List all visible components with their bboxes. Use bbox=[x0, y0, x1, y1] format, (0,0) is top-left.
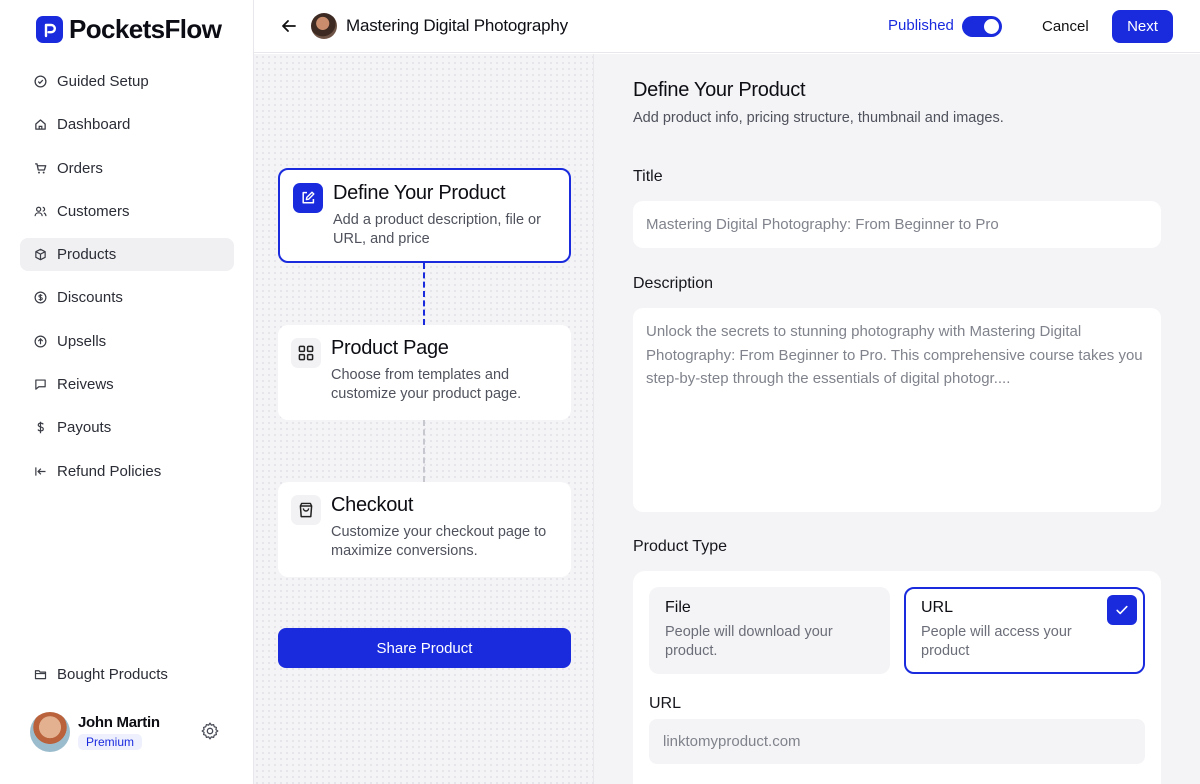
step-checkout[interactable]: Checkout Customize your checkout page to… bbox=[278, 482, 571, 577]
sidebar-item-dashboard[interactable]: Dashboard bbox=[20, 108, 234, 141]
form-title: Define Your Product bbox=[633, 79, 806, 101]
product-type-label: Product Type bbox=[633, 538, 727, 555]
top-bar: Mastering Digital Photography Published … bbox=[254, 0, 1200, 53]
brand-name: PocketsFlow bbox=[69, 14, 222, 44]
sidebar-item-label: Dashboard bbox=[57, 116, 131, 134]
sidebar-item-products[interactable]: Products bbox=[20, 238, 234, 272]
sidebar-item-upsells[interactable]: Upsells bbox=[20, 325, 234, 358]
box-icon bbox=[33, 248, 47, 262]
published-label: Published bbox=[888, 17, 954, 34]
shopping-bag-icon bbox=[291, 495, 321, 525]
step-product-page[interactable]: Product Page Choose from templates and c… bbox=[278, 325, 571, 420]
step-title: Checkout bbox=[331, 494, 414, 516]
sidebar-item-label: Upsells bbox=[57, 332, 107, 350]
sidebar-item-orders[interactable]: Orders bbox=[20, 152, 234, 185]
option-description: People will download your product. bbox=[665, 624, 833, 659]
product-title: Mastering Digital Photography bbox=[346, 16, 568, 35]
url-label: URL bbox=[649, 695, 682, 712]
sidebar-nav: Guided Setup Dashboard Orders Customers … bbox=[20, 65, 234, 498]
arrow-up-circle-icon bbox=[33, 334, 47, 348]
avatar bbox=[30, 712, 70, 752]
folder-icon bbox=[33, 668, 47, 682]
product-thumbnail bbox=[311, 13, 337, 39]
step-connector bbox=[423, 263, 425, 325]
step-description: Customize your checkout page to maximize… bbox=[331, 524, 547, 559]
step-description: Add a product description, file or URL, … bbox=[333, 212, 541, 247]
product-type-url-option[interactable]: URL People will access your product bbox=[904, 587, 1145, 674]
sidebar-item-label: Products bbox=[57, 246, 117, 264]
steps-panel: Define Your Product Add a product descri… bbox=[254, 54, 594, 784]
toggle-knob bbox=[984, 19, 999, 34]
url-input[interactable]: linktomyproduct.com bbox=[649, 719, 1145, 764]
option-description: People will access your product bbox=[921, 624, 1072, 659]
home-icon bbox=[33, 118, 47, 132]
back-arrow-icon[interactable] bbox=[278, 15, 300, 37]
sidebar-item-label: Guided Setup bbox=[57, 73, 149, 90]
share-product-button[interactable]: Share Product bbox=[278, 628, 571, 668]
sidebar-item-label: Payouts bbox=[57, 419, 112, 437]
cart-icon bbox=[33, 161, 47, 175]
pocketsflow-logo-icon bbox=[36, 16, 63, 43]
gear-icon[interactable] bbox=[200, 721, 222, 743]
sidebar-bottom: Bought Products bbox=[20, 658, 234, 701]
sidebar-item-payouts[interactable]: Payouts bbox=[20, 411, 234, 444]
product-type-card: File People will download your product. … bbox=[633, 571, 1161, 784]
user-meta: John Martin Premium bbox=[78, 714, 160, 751]
discount-icon bbox=[33, 291, 47, 305]
step-connector bbox=[423, 420, 425, 482]
title-label: Title bbox=[633, 168, 663, 185]
cancel-button[interactable]: Cancel bbox=[1032, 10, 1099, 42]
product-type-file-option[interactable]: File People will download your product. bbox=[649, 587, 890, 674]
sidebar-item-discounts[interactable]: Discounts bbox=[20, 281, 234, 314]
step-description: Choose from templates and customize your… bbox=[331, 367, 522, 402]
sidebar: PocketsFlow Guided Setup Dashboard Order… bbox=[0, 0, 254, 784]
sidebar-item-customers[interactable]: Customers bbox=[20, 195, 234, 228]
check-circle-icon bbox=[33, 75, 47, 89]
user-name: John Martin bbox=[78, 713, 160, 731]
return-icon bbox=[33, 464, 47, 478]
description-label: Description bbox=[633, 275, 714, 292]
user-profile[interactable]: John Martin Premium bbox=[30, 711, 230, 753]
published-toggle[interactable] bbox=[962, 16, 1002, 37]
form-subtitle: Add product info, pricing structure, thu… bbox=[633, 110, 1004, 126]
step-title: Product Page bbox=[331, 337, 449, 359]
users-icon bbox=[33, 204, 47, 218]
option-title: URL bbox=[921, 599, 954, 616]
next-button[interactable]: Next bbox=[1112, 10, 1173, 43]
plan-badge: Premium bbox=[78, 733, 143, 750]
edit-icon bbox=[293, 183, 323, 213]
dollar-icon bbox=[33, 421, 47, 435]
step-define-product[interactable]: Define Your Product Add a product descri… bbox=[278, 168, 571, 263]
message-icon bbox=[33, 378, 47, 392]
option-title: File bbox=[665, 599, 691, 616]
brand-logo[interactable]: PocketsFlow bbox=[36, 14, 222, 45]
sidebar-item-refund-policies[interactable]: Refund Policies bbox=[20, 455, 234, 488]
define-product-form: Define Your Product Add product info, pr… bbox=[594, 54, 1200, 784]
sidebar-item-label: Bought Products bbox=[57, 666, 168, 683]
sidebar-item-guided-setup[interactable]: Guided Setup bbox=[20, 65, 234, 98]
checkmark-icon bbox=[1107, 595, 1137, 625]
sidebar-item-label: Customers bbox=[57, 202, 130, 220]
sidebar-item-label: Orders bbox=[57, 159, 103, 177]
sidebar-item-label: Refund Policies bbox=[57, 462, 162, 480]
title-input[interactable]: Mastering Digital Photography: From Begi… bbox=[633, 201, 1161, 248]
description-textarea[interactable]: Unlock the secrets to stunning photograp… bbox=[633, 308, 1161, 512]
grid-icon bbox=[291, 338, 321, 368]
step-title: Define Your Product bbox=[333, 182, 506, 204]
sidebar-item-bought-products[interactable]: Bought Products bbox=[20, 658, 234, 691]
sidebar-item-reviews[interactable]: Reivews bbox=[20, 368, 234, 401]
sidebar-item-label: Reivews bbox=[57, 376, 114, 394]
sidebar-item-label: Discounts bbox=[57, 289, 123, 307]
